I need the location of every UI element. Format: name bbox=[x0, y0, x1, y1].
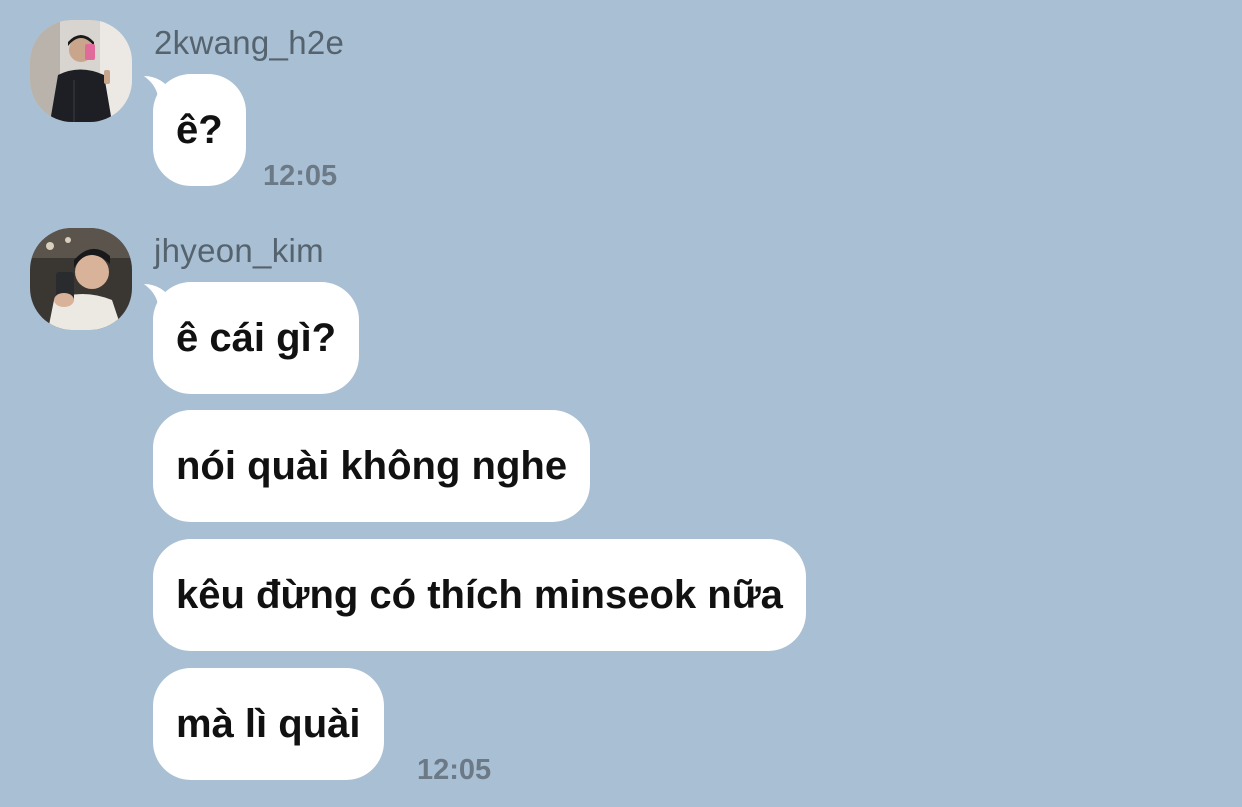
message-timestamp: 12:05 bbox=[263, 160, 338, 192]
message-bubble[interactable]: nói quài không nghe bbox=[153, 410, 591, 522]
sender-name: 2kwang_h2e bbox=[154, 24, 345, 61]
sender-name: jhyeon_kim bbox=[154, 232, 324, 269]
message-bubble[interactable]: kêu đừng có thích minseok nữa bbox=[153, 539, 806, 651]
profile-photo-icon bbox=[30, 228, 132, 330]
profile-photo-icon bbox=[30, 20, 132, 122]
message-bubble[interactable]: ê? bbox=[153, 74, 246, 186]
avatar-jhyeon-kim[interactable] bbox=[30, 228, 132, 330]
message-timestamp: 12:05 bbox=[417, 754, 492, 786]
message-bubble[interactable]: ê cái gì? bbox=[153, 282, 360, 394]
avatar-2kwang-h2e[interactable] bbox=[30, 20, 132, 122]
message-bubble[interactable]: mà lì quài bbox=[153, 668, 384, 780]
